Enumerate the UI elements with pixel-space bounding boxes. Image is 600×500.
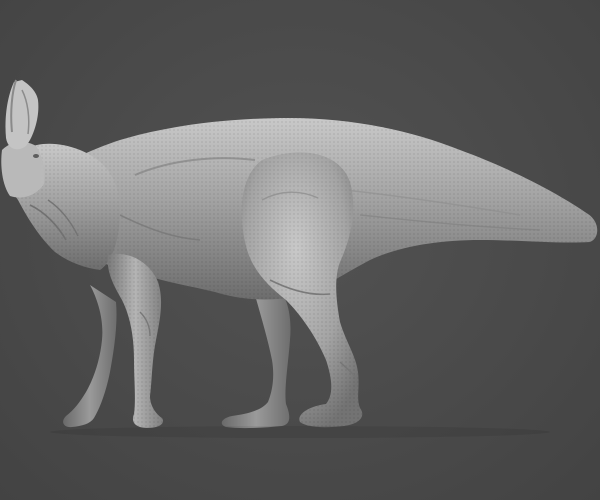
- far-front-leg: [63, 285, 117, 428]
- hadrosaur-sculpt-icon: [1, 79, 598, 438]
- neck-head: [1, 79, 121, 270]
- ground-shadow: [50, 426, 550, 438]
- sculpt-viewport[interactable]: [0, 0, 600, 500]
- near-front-leg: [107, 253, 164, 428]
- far-hind-leg: [221, 290, 291, 429]
